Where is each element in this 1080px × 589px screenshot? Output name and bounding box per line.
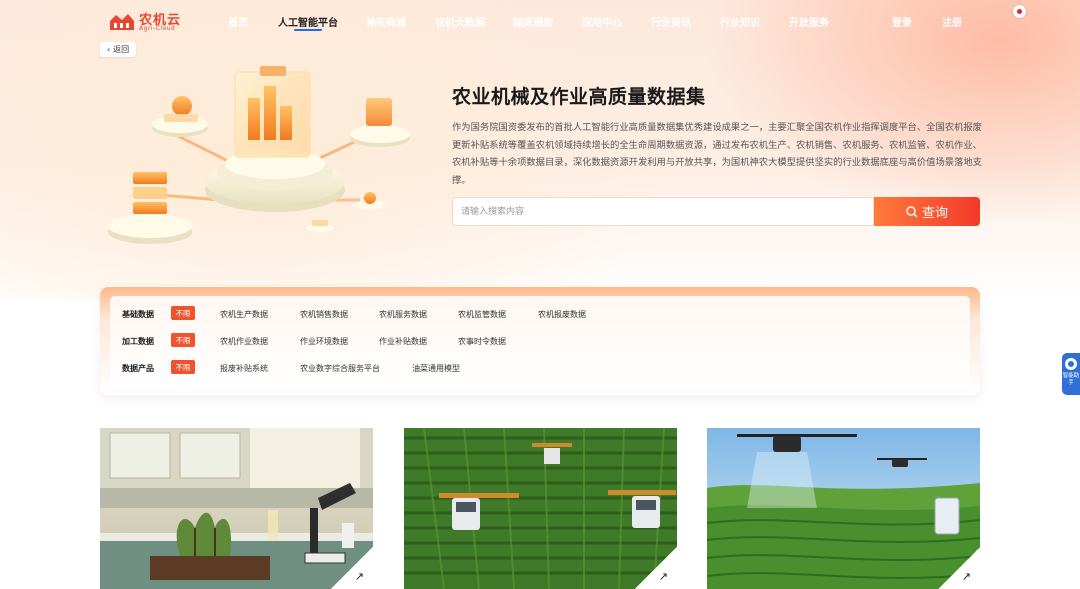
filter-option[interactable]: 作业环境数据 — [300, 336, 348, 347]
filter-option[interactable]: 农机生产数据 — [220, 309, 268, 320]
logo-icon — [110, 14, 134, 30]
smart-assistant-button[interactable]: 智能助手 — [1062, 353, 1080, 395]
filter-option[interactable]: 报废补贴系统 — [220, 363, 268, 374]
filter-row-processed-data: 加工数据 不限 农机作业数据 作业环境数据 作业补贴数据 农事时令数据 — [122, 333, 962, 349]
filter-option[interactable]: 农机作业数据 — [220, 336, 268, 347]
filter-option[interactable]: 农事时令数据 — [458, 336, 506, 347]
nav-item-home[interactable]: 首页 — [228, 14, 248, 29]
nav-item-agri-bigdata[interactable]: 农机大数据 — [435, 14, 485, 29]
card-corner — [331, 547, 373, 589]
search-input-wrapper — [452, 197, 874, 226]
nav-item-industry-knowledge[interactable]: 行业知识 — [720, 14, 760, 29]
arrow-up-right-icon[interactable]: ↗ — [355, 570, 364, 583]
assistant-icon — [1065, 358, 1077, 370]
filter-option[interactable]: 作业补贴数据 — [379, 336, 427, 347]
search-icon — [906, 205, 918, 217]
dataset-card-field[interactable]: ↗ — [404, 428, 677, 589]
logo-text-en: Agri-Cloud — [139, 25, 176, 32]
filter-panel: 基础数据 不限 农机生产数据 农机销售数据 农机服务数据 农机监管数据 农机报废… — [100, 287, 980, 395]
filter-row-data-products: 数据产品 不限 报废补贴系统 农业数字综合服务平台 油菜通用模型 — [122, 360, 962, 376]
nav-item-dispatch[interactable]: 指挥调度 — [513, 14, 553, 29]
page-title: 农业机械及作业高质量数据集 — [452, 86, 706, 108]
filter-label: 数据产品 — [122, 364, 154, 373]
nav-item-app-center[interactable]: 应用中心 — [582, 14, 622, 29]
filter-option[interactable]: 油菜通用模型 — [412, 363, 460, 374]
nav-item-open-service[interactable]: 开放服务 — [789, 14, 829, 29]
assistant-label: 智能助手 — [1062, 373, 1080, 386]
filter-option[interactable]: 农机销售数据 — [300, 309, 348, 320]
filter-tag-unlimited[interactable]: 不限 — [171, 306, 195, 320]
nav-item-shennong-mall[interactable]: 神农商城 — [366, 14, 406, 29]
arrow-up-right-icon[interactable]: ↗ — [659, 570, 668, 583]
nav-item-ai-platform[interactable]: 人工智能平台 — [278, 14, 338, 29]
top-navigation: 农机云 Agri-Cloud 首页 人工智能平台 神农商城 农机大数据 指挥调度… — [0, 0, 1080, 42]
register-link[interactable]: 注册 — [942, 14, 962, 29]
filter-tag-unlimited[interactable]: 不限 — [171, 360, 195, 374]
filter-panel-inner: 基础数据 不限 农机生产数据 农机销售数据 农机服务数据 农机监管数据 农机报废… — [110, 296, 970, 388]
login-link[interactable]: 登录 — [892, 14, 912, 29]
card-corner — [938, 547, 980, 589]
search-input[interactable] — [453, 198, 873, 225]
filter-row-basic-data: 基础数据 不限 农机生产数据 农机销售数据 农机服务数据 农机监管数据 农机报废… — [122, 306, 962, 322]
data-platform-illustration — [108, 66, 410, 244]
nav-active-indicator — [294, 29, 322, 31]
filter-tag-unlimited[interactable]: 不限 — [171, 333, 195, 347]
filter-option[interactable]: 农业数字综合服务平台 — [300, 363, 380, 374]
user-avatar-icon[interactable] — [1013, 5, 1026, 18]
filter-label: 加工数据 — [122, 337, 154, 346]
filter-option[interactable]: 农机报废数据 — [538, 309, 586, 320]
arrow-up-right-icon[interactable]: ↗ — [962, 570, 971, 583]
filter-option[interactable]: 农机服务数据 — [379, 309, 427, 320]
dataset-card-lab[interactable]: ↗ — [100, 428, 373, 589]
search-button[interactable]: 查询 — [874, 197, 980, 226]
page-description: 作为国务院国资委发布的首批人工智能行业高质量数据集优秀建设成果之一，主要汇聚全国… — [452, 122, 982, 186]
search-button-label: 查询 — [921, 206, 948, 221]
filter-label: 基础数据 — [122, 310, 154, 319]
nav-item-industry-news[interactable]: 行业资讯 — [651, 14, 691, 29]
logo[interactable]: 农机云 Agri-Cloud — [108, 8, 184, 34]
filter-option[interactable]: 农机监管数据 — [458, 309, 506, 320]
card-corner — [635, 547, 677, 589]
dataset-card-drone[interactable]: ↗ — [707, 428, 980, 589]
